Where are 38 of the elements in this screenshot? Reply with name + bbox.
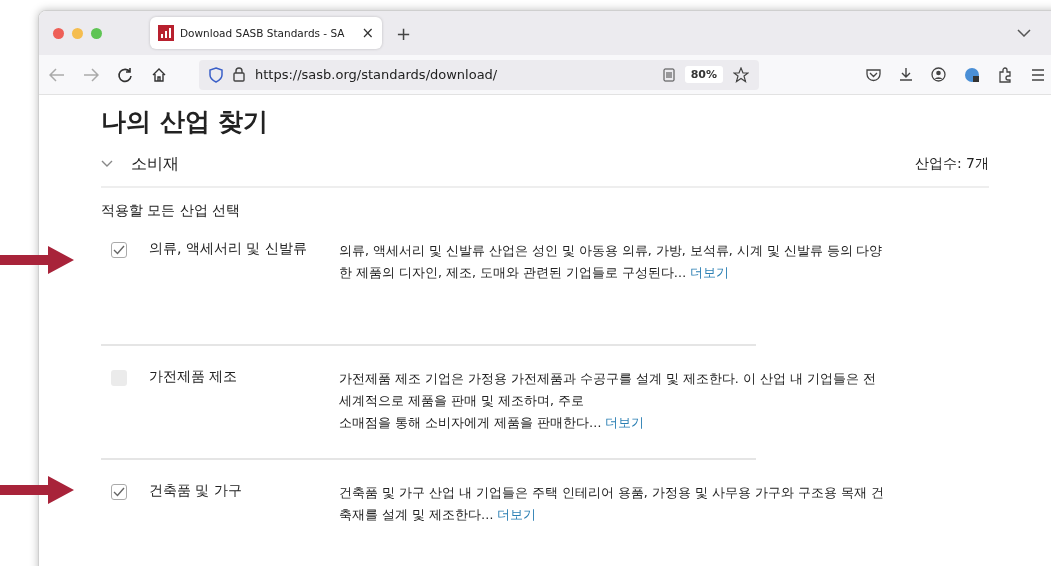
extension-icon[interactable]: [964, 66, 980, 83]
reload-icon[interactable]: [117, 66, 133, 83]
url-text: https://sasb.org/standards/download/: [255, 67, 498, 82]
pocket-icon[interactable]: [866, 67, 881, 82]
read-more-link[interactable]: 더보기: [605, 415, 645, 430]
industry-description: 가전제품 제조 기업은 가정용 가전제품과 수공구를 설계 및 제조한다. 이 산업 내 기업들은 전 세계적으로 제품을 판매 및 제조하며, 주로 소매점을 통해 소비자에게 제품을 판매한다… 더보기: [339, 370, 877, 432]
chevron-down-icon[interactable]: [1017, 29, 1031, 37]
read-more-link[interactable]: 더보기: [690, 265, 730, 280]
star-icon[interactable]: [733, 66, 749, 83]
account-icon[interactable]: [931, 67, 946, 82]
page-title: 나의 산업 찾기: [101, 106, 270, 138]
industry-count: 산업수: 7개: [914, 155, 989, 173]
menu-icon[interactable]: [1031, 68, 1045, 81]
tab-title: Download SASB Standards - SA: [180, 27, 346, 39]
browser-tab[interactable]: Download SASB Standards - SA ×: [150, 17, 382, 49]
checkbox[interactable]: [111, 242, 127, 258]
checkbox[interactable]: [111, 484, 127, 500]
industry-name: 의류, 액세서리 및 신발류: [149, 240, 308, 258]
shield-icon: [209, 66, 223, 83]
puzzle-icon[interactable]: [998, 66, 1013, 83]
tab-close-button[interactable]: ×: [361, 24, 374, 42]
industry-description: 의류, 액세서리 및 신발류 산업은 성인 및 아동용 의류, 가방, 보석류, 시계 및 신발류 등의 다양 한 제품의 디자인, 제조, 도매와 관련된 기업들로 구성된다… 더보기: [339, 242, 884, 282]
select-all-label[interactable]: 적용할 모든 산업 선택: [101, 202, 989, 220]
industry-description: 건축품 및 가구 산업 내 기업들은 주택 인테리어 용품, 가정용 및 사무용 가구와 구조용 목재 건 축재를 설계 및 제조한다… 더보기: [339, 484, 885, 524]
reader-view-icon[interactable]: [662, 67, 675, 82]
zoom-level-button[interactable]: 80%: [684, 66, 723, 83]
home-icon[interactable]: [151, 66, 167, 83]
industry-name: 가전제품 제조: [149, 368, 239, 386]
bar-chart-icon: [158, 25, 174, 41]
lock-icon: [233, 67, 245, 82]
close-window-button[interactable]: [53, 27, 64, 39]
read-more-link[interactable]: 더보기: [497, 507, 537, 522]
sector-name[interactable]: 소비재: [131, 153, 179, 175]
industry-name: 건축품 및 가구: [149, 482, 243, 500]
new-tab-button[interactable]: +: [396, 22, 412, 44]
download-icon[interactable]: [899, 67, 913, 82]
address-bar[interactable]: https://sasb.org/standards/download/ 80%: [199, 59, 759, 90]
chevron-down-icon[interactable]: [101, 160, 113, 168]
